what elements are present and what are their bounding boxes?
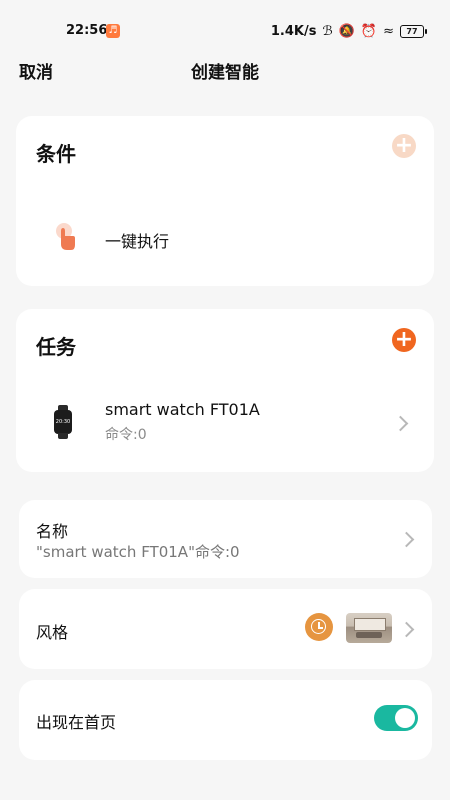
name-value: "smart watch FT01A"命令:0 bbox=[36, 543, 240, 561]
toggle-knob bbox=[395, 708, 415, 728]
page-title: 创建智能 bbox=[191, 63, 259, 83]
name-label: 名称 bbox=[36, 522, 69, 541]
chevron-right-icon bbox=[392, 415, 409, 432]
conditions-title: 条件 bbox=[36, 142, 76, 166]
name-row[interactable]: 名称 "smart watch FT01A"命令:0 bbox=[19, 500, 432, 578]
room-background-thumbnail bbox=[346, 613, 392, 643]
mute-icon: 🔕 bbox=[338, 23, 355, 39]
top-bar: 创建智能 取消 bbox=[0, 52, 450, 86]
show-on-homepage-toggle[interactable] bbox=[374, 705, 418, 731]
status-time: 22:56 bbox=[66, 23, 108, 38]
bluetooth-icon: ℬ bbox=[322, 23, 333, 39]
chevron-right-icon bbox=[398, 621, 415, 638]
status-bar: 22:56 ♬ 1.4K/s ℬ 🔕 ⏰ ≈ 77 bbox=[0, 0, 450, 40]
add-task-button[interactable]: + bbox=[392, 328, 416, 352]
device-command-count: 命令:0 bbox=[105, 427, 147, 443]
conditions-card: 条件 + 一键执行 bbox=[16, 116, 434, 286]
tap-hand-icon bbox=[52, 222, 78, 252]
status-icons: 1.4K/s ℬ 🔕 ⏰ ≈ 77 bbox=[270, 22, 427, 40]
condition-item-label: 一键执行 bbox=[105, 232, 170, 251]
device-name: smart watch FT01A bbox=[105, 400, 260, 419]
battery-icon: 77 bbox=[400, 24, 427, 38]
show-on-homepage-row: 出现在首页 bbox=[19, 680, 432, 760]
style-row[interactable]: 风格 bbox=[19, 589, 432, 669]
chevron-right-icon bbox=[398, 531, 415, 548]
add-condition-button[interactable]: + bbox=[392, 134, 416, 158]
network-speed: 1.4K/s bbox=[270, 23, 317, 39]
style-label: 风格 bbox=[36, 623, 69, 642]
app-notification-icon: ♬ bbox=[106, 24, 120, 38]
tasks-card: 任务 + 20:30 smart watch FT01A 命令:0 bbox=[16, 309, 434, 472]
show-on-homepage-label: 出现在首页 bbox=[36, 713, 117, 732]
alarm-icon: ⏰ bbox=[360, 23, 378, 39]
smart-watch-icon: 20:30 bbox=[54, 405, 72, 439]
tasks-title: 任务 bbox=[36, 335, 76, 359]
cancel-button[interactable]: 取消 bbox=[19, 58, 53, 83]
clock-style-icon bbox=[305, 613, 333, 641]
wifi-icon: ≈ bbox=[383, 23, 394, 39]
